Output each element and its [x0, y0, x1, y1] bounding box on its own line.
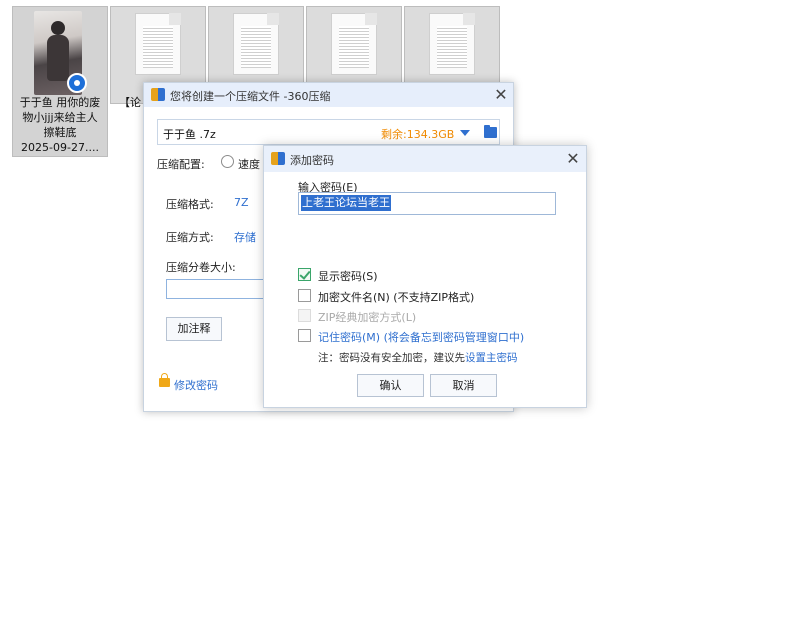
desktop-file-video[interactable]: 于于鱼 用你的废 物小jjj来给主人 擦鞋底 2025-09-27.... — [12, 6, 108, 157]
zip-classic-encryption-checkbox — [298, 309, 311, 322]
add-comment-button[interactable]: 加注释 — [166, 317, 222, 341]
split-size-input[interactable] — [166, 279, 266, 299]
text-document-icon — [331, 13, 377, 75]
360zip-app-icon — [151, 88, 165, 101]
free-space-label: 剩余:134.3GB — [381, 128, 455, 141]
change-password-link[interactable]: 修改密码 — [174, 377, 218, 393]
dialog-title: 您将创建一个压缩文件 -360压缩 — [170, 90, 331, 103]
output-path-text[interactable]: 于于鱼 .7z — [163, 126, 216, 142]
show-password-checkbox[interactable] — [298, 268, 311, 281]
split-size-label: 压缩分卷大小: — [166, 261, 236, 274]
remember-password-checkbox[interactable] — [298, 329, 311, 342]
config-option-label[interactable]: 速度 — [238, 156, 260, 172]
folder-icon[interactable] — [484, 125, 497, 138]
method-select[interactable]: 存储 — [234, 229, 256, 245]
format-label: 压缩格式: — [166, 198, 214, 211]
video-app-badge-icon — [67, 73, 87, 93]
encrypt-filenames-checkbox[interactable] — [298, 289, 311, 302]
method-label: 压缩方式: — [166, 231, 214, 244]
security-note: 注：密码没有安全加密，建议先设置主密码 — [318, 350, 518, 365]
output-path-field[interactable]: 于于鱼 .7z 剩余:134.3GB — [157, 119, 500, 145]
password-value[interactable]: 上老王论坛当老王 — [301, 195, 391, 211]
config-radio-speed[interactable] — [221, 155, 234, 168]
file-name-label: 于于鱼 用你的废 物小jjj来给主人 擦鞋底 2025-09-27.... — [19, 96, 101, 154]
text-document-icon — [233, 13, 279, 75]
remember-password-label[interactable]: 记住密码(M) (将会备忘到密码管理窗口中) — [318, 329, 524, 345]
dialog-title: 添加密码 — [290, 154, 334, 167]
ok-button[interactable]: 确认 — [357, 374, 424, 397]
lock-icon — [159, 373, 170, 387]
format-select[interactable]: 7Z — [234, 196, 249, 209]
text-document-icon — [135, 13, 181, 75]
zip-classic-encryption-label: ZIP经典加密方式(L) — [318, 311, 417, 324]
config-label: 压缩配置: — [157, 158, 205, 171]
set-master-password-link[interactable]: 设置主密码 — [465, 352, 518, 364]
show-password-label[interactable]: 显示密码(S) — [318, 268, 378, 284]
close-icon[interactable]: ✕ — [566, 151, 580, 167]
360zip-app-icon — [271, 152, 285, 165]
cancel-button[interactable]: 取消 — [430, 374, 497, 397]
encrypt-filenames-label[interactable]: 加密文件名(N) (不支持ZIP格式) — [318, 289, 474, 305]
dialog-titlebar[interactable]: 您将创建一个压缩文件 -360压缩 ✕ — [144, 83, 513, 107]
close-icon[interactable]: ✕ — [494, 87, 508, 103]
text-document-icon — [429, 13, 475, 75]
add-password-dialog: 添加密码 ✕ 输入密码(E) 上老王论坛当老王 显示密码(S) 加密文件名(N)… — [263, 145, 587, 408]
dialog-titlebar[interactable]: 添加密码 ✕ — [264, 146, 586, 172]
chevron-down-icon[interactable] — [460, 130, 470, 136]
security-note-text: 注：密码没有安全加密，建议先 — [318, 352, 465, 364]
password-input[interactable]: 上老王论坛当老王 — [298, 192, 556, 215]
